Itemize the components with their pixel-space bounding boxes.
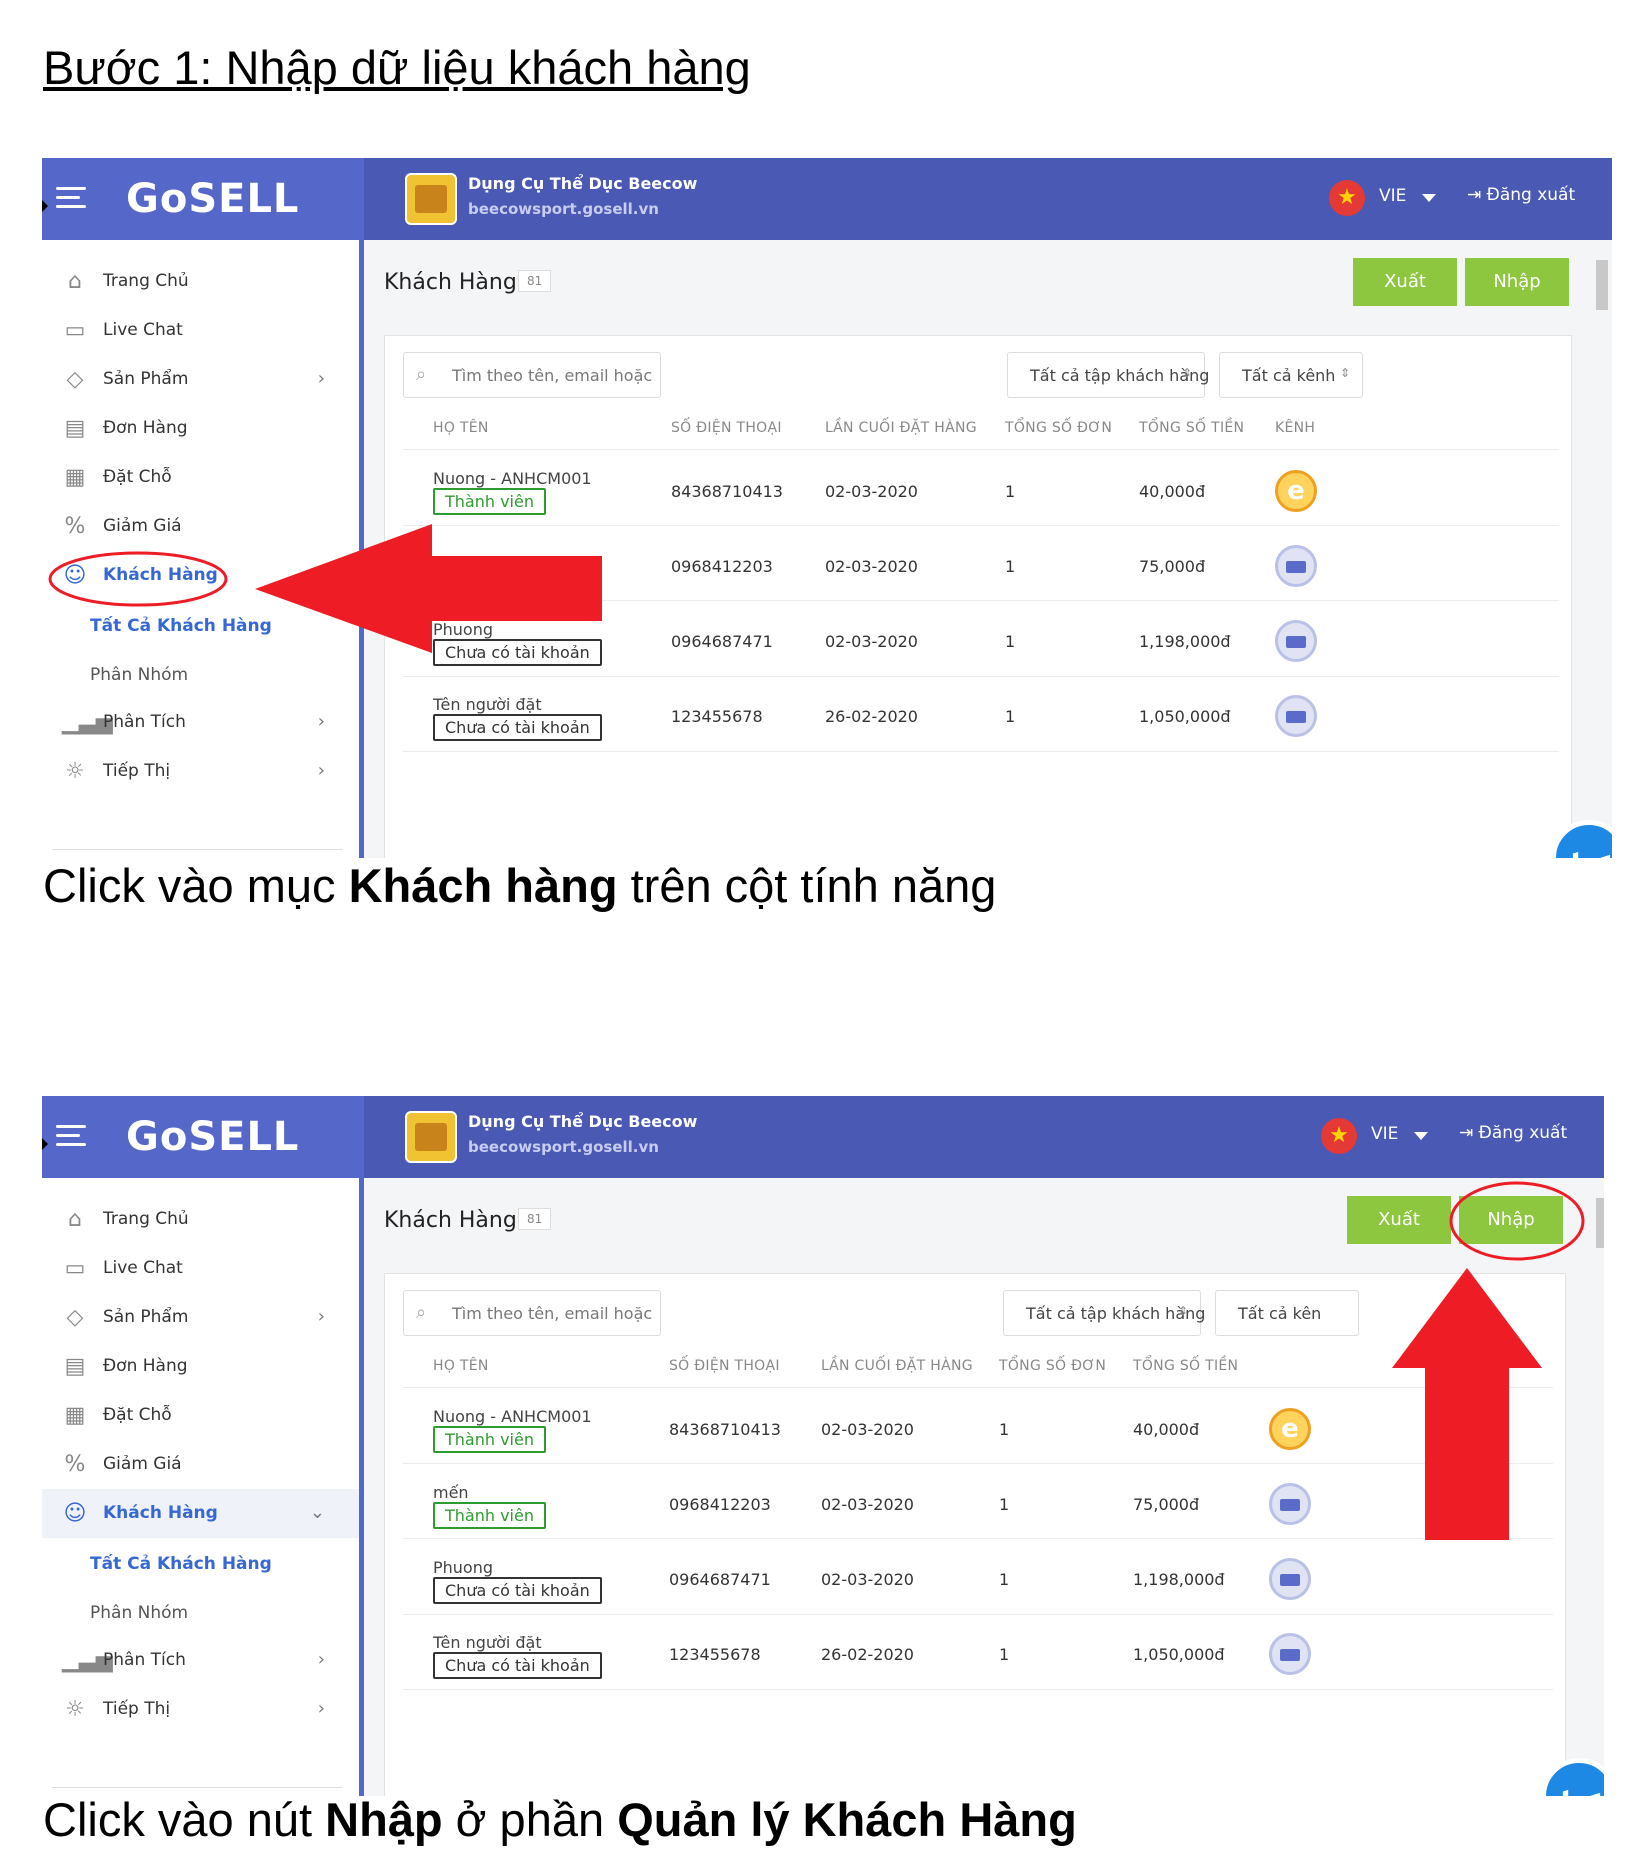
caption-step-2: Click vào nút Nhập ở phần Quản lý Khách … [43,1793,1077,1846]
annotation-layer [48,524,602,653]
document-heading: Bước 1: Nhập dữ liệu khách hàng [43,41,751,94]
screenshot-step-1: GoSELL Dụng Cụ Thể Dục Beecow beecowspor… [42,158,1612,858]
screenshot-step-2: GoSELL Dụng Cụ Thể Dục Beecow beecowspor… [42,1096,1604,1796]
highlight-circle [48,551,228,607]
arrow-left-icon [255,524,602,653]
caption-step-1: Click vào mục Khách hàng trên cột tính n… [43,859,997,912]
arrow-up-icon [1392,1268,1542,1540]
annotation-layer [1392,1181,1585,1540]
highlight-circle [1449,1181,1585,1261]
